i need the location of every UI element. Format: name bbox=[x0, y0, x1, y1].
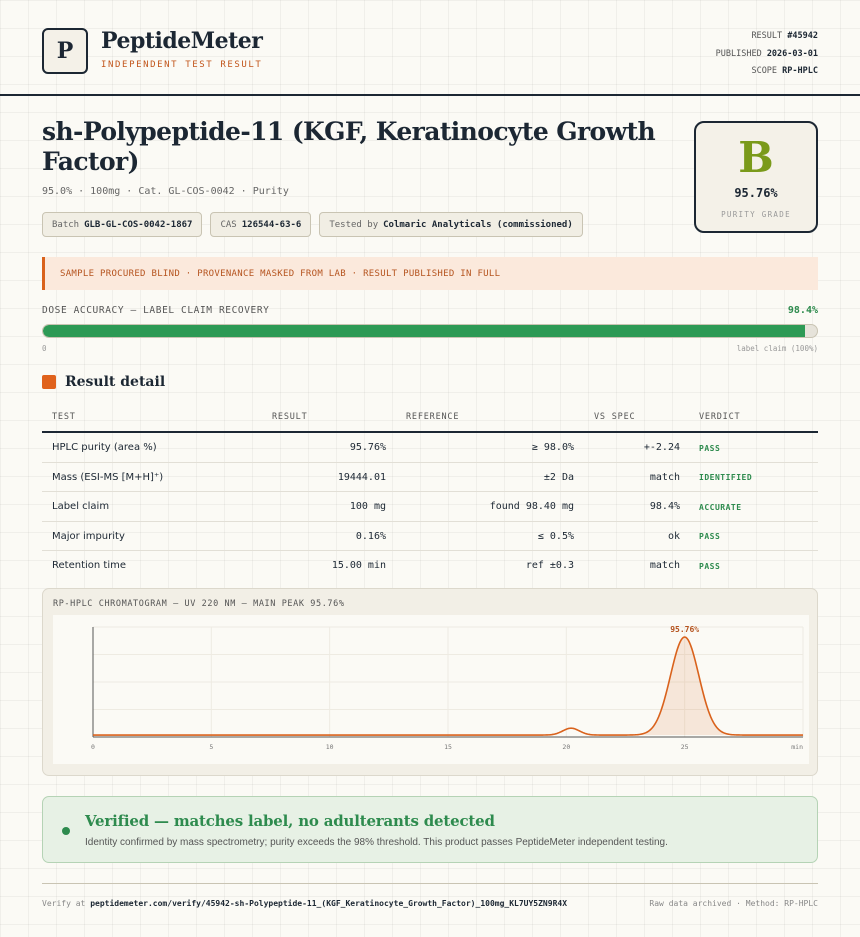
header-vs-spec: VS SPEC bbox=[594, 412, 636, 422]
header-verdict: VERDICT bbox=[699, 412, 741, 422]
product-subline: 95.0% · 100mg · Cat. GL-COS-0042 · Purit… bbox=[42, 186, 289, 197]
verify-link[interactable]: peptidemeter.com/verify/45942-sh-Polypep… bbox=[90, 899, 567, 908]
product-title: sh-Polypeptide-11 (KGF, Keratinocyte Gro… bbox=[42, 117, 656, 176]
cell-reference: found 98.40 mg bbox=[489, 501, 574, 512]
chip-label: Batch bbox=[52, 219, 80, 230]
cell-test: Mass (ESI-MS [M+H]⁺) bbox=[52, 471, 164, 483]
x-tick-label: 5 bbox=[209, 743, 213, 751]
footer-method-note: Raw data archived · Method: RP-HPLC bbox=[649, 899, 818, 908]
cell-reference: ≥ 98.0% bbox=[531, 442, 574, 453]
brand-name: PeptideMeter bbox=[101, 28, 263, 54]
cell-verdict: PASS bbox=[699, 443, 721, 453]
chromatogram-svg: 95.76% 0 5 10 15 20 25 min bbox=[91, 625, 804, 751]
brand-subtitle: INDEPENDENT TEST RESULT bbox=[101, 60, 263, 70]
chromatogram-title: RP-HPLC CHROMATOGRAM — UV 220 NM — MAIN … bbox=[53, 599, 345, 609]
cell-vs-spec: match bbox=[649, 471, 680, 483]
cell-verdict: PASS bbox=[699, 532, 721, 541]
header-result: RESULT bbox=[272, 412, 308, 422]
header-reference: REFERENCE bbox=[406, 412, 460, 422]
table-row: Major impurity 0.16% ≤ 0.5% ok PASS bbox=[42, 522, 818, 551]
section-marker-icon bbox=[42, 375, 56, 389]
scope-label: SCOPE bbox=[751, 66, 778, 76]
x-tick-label: 0 bbox=[91, 743, 95, 751]
brand-logo: P bbox=[42, 28, 88, 74]
table-row: Mass (ESI-MS [M+H]⁺) 19444.01 ±2 Da matc… bbox=[42, 463, 818, 492]
x-tick-label: 25 bbox=[681, 743, 689, 751]
header-test: TEST bbox=[52, 412, 76, 422]
scope-value: RP-HPLC bbox=[782, 66, 818, 76]
cell-test: HPLC purity (area %) bbox=[52, 442, 157, 453]
published-label: PUBLISHED bbox=[715, 48, 762, 59]
chip-label: Tested by bbox=[329, 219, 379, 230]
result-table: TEST RESULT REFERENCE VS SPEC VERDICT HP… bbox=[42, 404, 818, 581]
table-row: Retention time 15.00 min ref ±0.3 match … bbox=[42, 551, 818, 581]
tested-by-chip: Tested by Colmaric Analyticals (commissio… bbox=[319, 212, 583, 237]
x-tick-label: 20 bbox=[562, 743, 570, 751]
section-title: Result detail bbox=[65, 374, 166, 390]
dose-accuracy-value: 98.4% bbox=[787, 305, 818, 316]
cell-verdict: PASS bbox=[699, 561, 721, 571]
cell-verdict: IDENTIFIED bbox=[699, 473, 753, 482]
verified-banner: Verified — matches label, no adulterants… bbox=[42, 796, 818, 863]
dose-accuracy-bar-fill bbox=[43, 325, 805, 337]
cell-result: 19444.01 bbox=[337, 471, 386, 483]
chromatogram-plot: 95.76% 0 5 10 15 20 25 min bbox=[53, 615, 809, 764]
cell-reference: ref ±0.3 bbox=[525, 560, 574, 571]
peak-label: 95.76% bbox=[670, 625, 699, 634]
result-label: RESULT bbox=[751, 31, 783, 41]
cell-result: 100 mg bbox=[349, 501, 386, 512]
x-tick-label: 15 bbox=[444, 743, 452, 751]
table-row: Label claim 100 mg found 98.40 mg 98.4% … bbox=[42, 492, 818, 522]
table-row: HPLC purity (area %) 95.76% ≥ 98.0% +-2.… bbox=[42, 433, 818, 463]
verified-text: Identity confirmed by mass spectrometry;… bbox=[85, 837, 668, 848]
result-meta: RESULT #45942 PUBLISHED 2026-03-01 SCOPE… bbox=[716, 28, 818, 81]
main-peak-area bbox=[642, 637, 728, 736]
table-header: TEST RESULT REFERENCE VS SPEC VERDICT bbox=[42, 404, 818, 433]
cell-result: 15.00 min bbox=[331, 560, 386, 571]
verify-prefix: Verify at bbox=[42, 899, 86, 908]
cell-test: Major impurity bbox=[52, 530, 125, 542]
grade-value: 95.76% bbox=[734, 186, 778, 200]
dose-bar-min-label: 0 bbox=[42, 344, 47, 353]
chip-value: 126544-63-6 bbox=[241, 219, 302, 230]
verified-title: Verified — matches label, no adulterants… bbox=[85, 812, 495, 830]
grade-label: PURITY GRADE bbox=[721, 210, 791, 219]
cell-result: 0.16% bbox=[355, 530, 386, 542]
published-date: 2026-03-01 bbox=[766, 48, 818, 59]
batch-chip: Batch GLB-GL-COS-0042-1867 bbox=[42, 212, 203, 237]
chromatogram-panel: RP-HPLC CHROMATOGRAM — UV 220 NM — MAIN … bbox=[42, 588, 818, 776]
cell-test: Label claim bbox=[52, 501, 110, 512]
report-header: P PeptideMeter INDEPENDENT TEST RESULT R… bbox=[0, 0, 860, 96]
blind-sample-notice: SAMPLE PROCURED BLIND · PROVENANCE MASKE… bbox=[42, 257, 818, 290]
dose-accuracy-bar bbox=[42, 324, 818, 338]
cell-verdict: ACCURATE bbox=[699, 502, 742, 512]
footer-verify: Verify at peptidemeter.com/verify/45942-… bbox=[42, 899, 567, 908]
chip-label: CAS bbox=[220, 219, 237, 230]
cell-result: 95.76% bbox=[349, 442, 386, 453]
footer-divider bbox=[42, 883, 818, 884]
x-tick-label: 10 bbox=[326, 743, 334, 751]
grade-letter: B bbox=[738, 133, 774, 182]
verified-status-icon bbox=[62, 827, 70, 835]
cell-vs-spec: +-2.24 bbox=[643, 442, 680, 453]
purity-grade-card: B 95.76% PURITY GRADE bbox=[694, 121, 818, 233]
chip-value: Colmaric Analyticals (commissioned) bbox=[383, 219, 573, 230]
cell-reference: ≤ 0.5% bbox=[537, 530, 574, 542]
cell-vs-spec: ok bbox=[667, 530, 680, 542]
x-tick-label: min bbox=[791, 743, 803, 751]
cell-reference: ±2 Da bbox=[543, 471, 574, 483]
chip-value: GLB-GL-COS-0042-1867 bbox=[84, 219, 193, 230]
cell-vs-spec: 98.4% bbox=[649, 501, 680, 512]
cell-vs-spec: match bbox=[649, 560, 680, 571]
result-detail-heading: Result detail bbox=[42, 374, 165, 390]
cell-test: Retention time bbox=[52, 560, 126, 571]
dose-bar-max-label: label claim (100%) bbox=[736, 344, 818, 353]
cas-chip: CAS 126544-63-6 bbox=[210, 212, 312, 237]
result-number: #45942 bbox=[787, 31, 818, 41]
product-chips: Batch GLB-GL-COS-0042-1867 CAS 126544-63-6… bbox=[42, 212, 583, 237]
dose-accuracy-label: DOSE ACCURACY — LABEL CLAIM RECOVERY bbox=[42, 305, 270, 316]
